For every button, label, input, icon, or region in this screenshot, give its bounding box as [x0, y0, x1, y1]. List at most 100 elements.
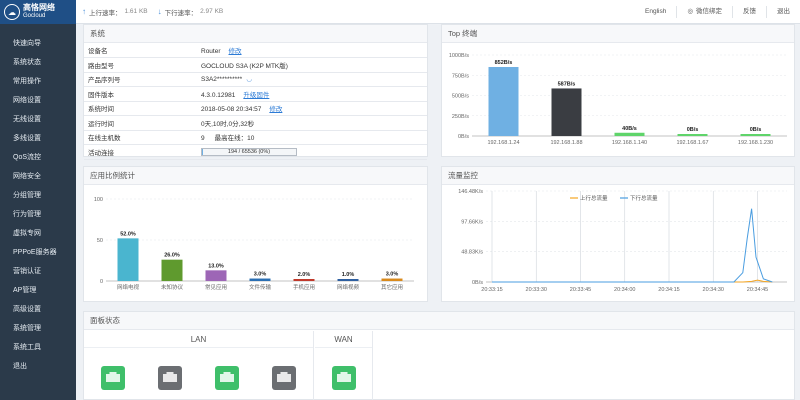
- system-row-value: S3A2**********: [201, 76, 243, 84]
- sidebar-item-2[interactable]: 常用操作: [0, 72, 76, 91]
- traffic-monitor-chart: 0B/s 48.83K/s 97.66K/s 146.48K/s 20:33:15 20:…: [458, 189, 787, 293]
- x-tick-label: 192.168.1.140: [612, 140, 647, 146]
- bar[interactable]: [117, 238, 139, 281]
- sidebar-item-16[interactable]: 系统工具: [0, 338, 76, 357]
- bar-value-label: 3.0%: [254, 272, 267, 278]
- top-terminals-chart: 0B/s 250B/s 500B/s 750B/s 1000B/s 852B/s 192.1…: [449, 53, 787, 146]
- logout-link[interactable]: 退出: [766, 5, 800, 18]
- bar[interactable]: [677, 134, 708, 136]
- sidebar-item-15[interactable]: 系统管理: [0, 319, 76, 338]
- bar-value-label: 3.0%: [386, 272, 399, 278]
- x-tick-label: 未知协议: [161, 283, 184, 291]
- x-tick-label: 网络电视: [117, 283, 140, 291]
- system-row-value: 2018-05-08 20:34:57: [201, 106, 262, 114]
- brand-name-cn: 高恪网络: [23, 3, 55, 12]
- wan-label: WAN: [315, 331, 372, 348]
- bar-value-label: 2.0%: [298, 272, 311, 278]
- x-tick-label: 192.168.1.24: [487, 140, 519, 146]
- lan-port-group: LAN: [84, 331, 314, 400]
- bar-value-label: 852B/s: [495, 60, 513, 66]
- system-row-link[interactable]: 升级固件: [243, 92, 269, 99]
- upload-speed-label: 上行速率：: [89, 9, 122, 17]
- lan-port-icon: [272, 366, 296, 390]
- bar-value-label: 0B/s: [687, 127, 699, 133]
- app-ratio-chart: 0 50 100 52.0% 网络电视 26.0% 未知协议 13.0% 常见应用 3.0% 文件传…: [94, 197, 414, 291]
- y-tick-label: 250B/s: [452, 114, 469, 120]
- sidebar-item-13[interactable]: AP管理: [0, 281, 76, 300]
- sidebar-item-0[interactable]: 快速向导: [0, 34, 76, 53]
- system-panel-title: 系统: [84, 25, 427, 43]
- wechat-bind-link[interactable]: ◎ 微信绑定: [676, 5, 732, 18]
- x-tick-label: 20:34:45: [747, 287, 768, 293]
- system-row-value: Router: [201, 48, 221, 55]
- system-row-value-cell: 0天,10时,0分,32秒: [197, 115, 427, 131]
- system-row: 在线主机数 9 最高在线：10: [84, 130, 427, 145]
- system-row: 固件版本 4.3.0.12981 升级固件: [84, 86, 427, 102]
- brand-logo[interactable]: ☁ 高恪网络 Gocloud: [0, 0, 76, 24]
- traffic-monitor-panel: 流量监控 0B/s 48.83K/s 97.66K/s 146.48K/s 20:33:…: [441, 166, 795, 302]
- x-tick-label: 192.168.1.230: [738, 140, 773, 146]
- sidebar-item-6[interactable]: QoS流控: [0, 148, 76, 167]
- system-row: 设备名 Router 修改: [84, 43, 427, 58]
- sidebar-item-3[interactable]: 网络设置: [0, 91, 76, 110]
- sidebar: ☁ 高恪网络 Gocloud 快速向导 系统状态 常用操作 网络设置 无线设置 多线设置 Q…: [0, 0, 76, 400]
- feedback-link[interactable]: 反馈: [732, 5, 766, 18]
- upload-speed-value: 1.61 KB: [124, 8, 148, 15]
- wechat-icon: ◎: [687, 7, 693, 15]
- system-row-value: 0天,10时,0分,32秒: [201, 120, 255, 128]
- x-tick-label: 20:33:15: [481, 287, 502, 293]
- bar[interactable]: [614, 132, 645, 136]
- system-row: 运行时间 0天,10时,0分,32秒: [84, 115, 427, 131]
- y-tick-label: 97.66K/s: [461, 219, 483, 225]
- sidebar-item-1[interactable]: 系统状态: [0, 53, 76, 72]
- sidebar-item-10[interactable]: 虚拟专网: [0, 224, 76, 243]
- bar[interactable]: [488, 66, 519, 136]
- system-row: 路由型号 GOCLOUD S3A (K2P MTK版): [84, 57, 427, 73]
- sidebar-item-5[interactable]: 多线设置: [0, 129, 76, 148]
- system-row-link[interactable]: 修改: [229, 48, 242, 55]
- sidebar-item-17[interactable]: 退出: [0, 357, 76, 376]
- upload-speed: ↑ 上行速率： 1.61 KB: [82, 7, 148, 17]
- language-link[interactable]: English: [635, 6, 676, 18]
- system-row-value-cell: 4.3.0.12981 升级固件: [197, 86, 427, 102]
- x-tick-label: 常见应用: [205, 283, 227, 291]
- system-row-key: 路由型号: [84, 57, 197, 73]
- board-status-title: 面板状态: [84, 312, 794, 330]
- bar[interactable]: [293, 279, 315, 281]
- series-line[interactable]: [492, 208, 773, 283]
- system-row-value-cell: 194 / 65536 (0%): [197, 144, 427, 160]
- sidebar-item-14[interactable]: 高级设置: [0, 300, 76, 319]
- legend-label: 下行总流量: [630, 194, 658, 202]
- system-row-value: 9: [201, 135, 205, 143]
- sidebar-item-7[interactable]: 网络安全: [0, 167, 76, 186]
- bar[interactable]: [740, 134, 771, 136]
- system-row-value-cell: 2018-05-08 20:34:57 修改: [197, 101, 427, 116]
- y-tick-label: 0B/s: [472, 280, 483, 286]
- system-info-table: 设备名 Router 修改 路由型号 GOCLOUD S3A (K2P MTK版) 产品序…: [84, 43, 427, 160]
- system-row-value-cell: Router 修改: [197, 43, 427, 58]
- sidebar-item-11[interactable]: PPPoE服务器: [0, 243, 76, 262]
- system-row-link[interactable]: 修改: [269, 106, 282, 113]
- bar[interactable]: [161, 259, 183, 281]
- system-row-value: GOCLOUD S3A (K2P MTK版): [201, 62, 288, 70]
- y-tick-label: 50: [97, 238, 103, 244]
- brand-name-en: Gocloud: [23, 13, 46, 19]
- sidebar-item-12[interactable]: 营销认证: [0, 262, 76, 281]
- x-tick-label: 网络视频: [337, 283, 360, 291]
- sidebar-item-8[interactable]: 分组管理: [0, 186, 76, 205]
- system-row: 产品序列号 S3A2********** ◡: [84, 72, 427, 87]
- bar-value-label: 13.0%: [208, 263, 224, 269]
- bar-value-label: 1.0%: [342, 272, 355, 278]
- bar[interactable]: [381, 278, 403, 281]
- top-bar: ↑ 上行速率： 1.61 KB ↓ 下行速率： 2.97 KB English …: [76, 0, 800, 24]
- bar-value-label: 40B/s: [622, 126, 637, 132]
- bar[interactable]: [205, 270, 227, 281]
- system-row-value-cell: GOCLOUD S3A (K2P MTK版): [197, 57, 427, 73]
- bar[interactable]: [337, 279, 359, 281]
- bar[interactable]: [249, 278, 271, 281]
- sidebar-item-9[interactable]: 行为管理: [0, 205, 76, 224]
- bar[interactable]: [551, 88, 582, 136]
- x-tick-label: 20:34:15: [658, 287, 679, 293]
- wan-port-group: WAN: [315, 331, 373, 400]
- sidebar-item-4[interactable]: 无线设置: [0, 110, 76, 129]
